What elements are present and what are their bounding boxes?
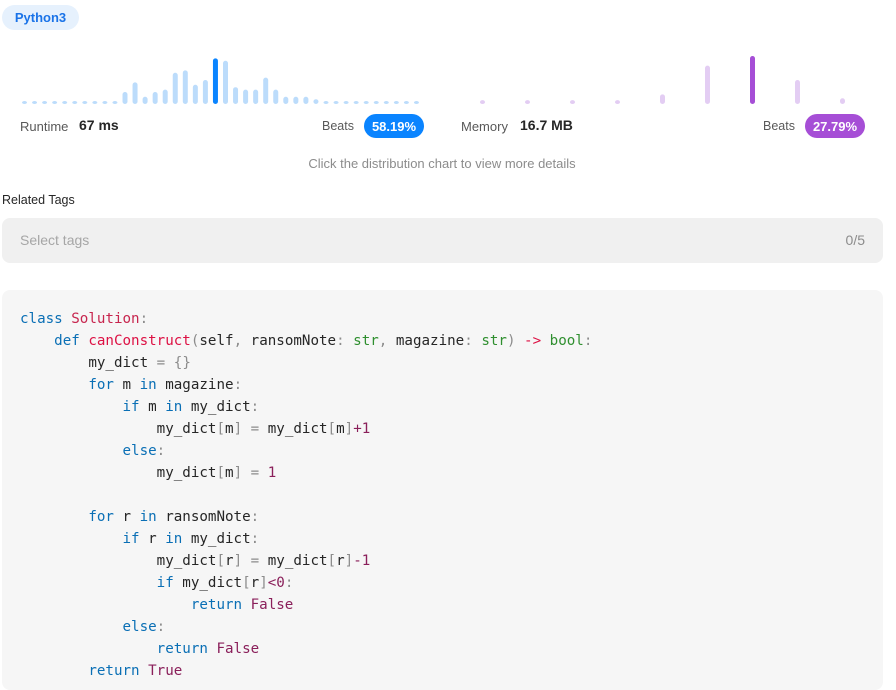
code-line: my_dict = {} [20, 355, 191, 371]
code-line: if m in my_dict: [122, 399, 260, 415]
runtime-value: 67 ms [79, 117, 119, 133]
runtime-beats-label: Beats [322, 119, 354, 133]
runtime-label: Runtime [20, 119, 69, 134]
memory-bar [705, 65, 710, 104]
code-line: return True [88, 663, 183, 679]
memory-beats-label: Beats [763, 119, 795, 133]
runtime-beats-badge: 58.19% [364, 114, 424, 138]
memory-bar [615, 100, 620, 104]
tags-count: 0/5 [845, 232, 865, 248]
code-line: if my_dict[r]<0: [156, 575, 294, 591]
memory-bar [660, 94, 665, 104]
code-line: for m in magazine: [88, 377, 243, 393]
memory-bar [750, 56, 755, 104]
code-line: class Solution: [20, 311, 149, 327]
memory-beats-badge: 27.79% [805, 114, 865, 138]
code-line: def canConstruct(self, ransomNote: str, … [54, 333, 593, 349]
distribution-hint: Click the distribution chart to view mor… [308, 156, 576, 171]
code-viewer[interactable]: class Solution: def canConstruct(self, r… [2, 290, 883, 690]
code-line: my_dict[r] = my_dict[r]-1 [20, 553, 371, 569]
code-block: class Solution: def canConstruct(self, r… [20, 308, 592, 682]
tags-placeholder: Select tags [20, 232, 90, 248]
memory-bar [840, 98, 845, 104]
memory-bar [525, 100, 530, 104]
memory-bar [795, 80, 800, 104]
code-line: my_dict[m] = my_dict[m]+1 [20, 421, 371, 437]
code-line: for r in ransomNote: [88, 509, 260, 525]
code-line: return False [190, 597, 294, 613]
code-line: else: [122, 619, 166, 635]
code-line: else: [122, 443, 166, 459]
code-line: my_dict[m] = 1 [20, 465, 277, 481]
code-line: if r in my_dict: [122, 531, 260, 547]
memory-bar [480, 100, 485, 104]
memory-distribution-chart[interactable] [0, 0, 896, 110]
memory-label: Memory [461, 119, 508, 134]
memory-value: 16.7 MB [520, 117, 573, 133]
code-line: ​ [20, 484, 592, 506]
memory-bar [570, 100, 575, 104]
related-tags-title: Related Tags [2, 193, 75, 207]
tags-select[interactable]: Select tags 0/5 [2, 218, 883, 263]
code-line: return False [156, 641, 260, 657]
